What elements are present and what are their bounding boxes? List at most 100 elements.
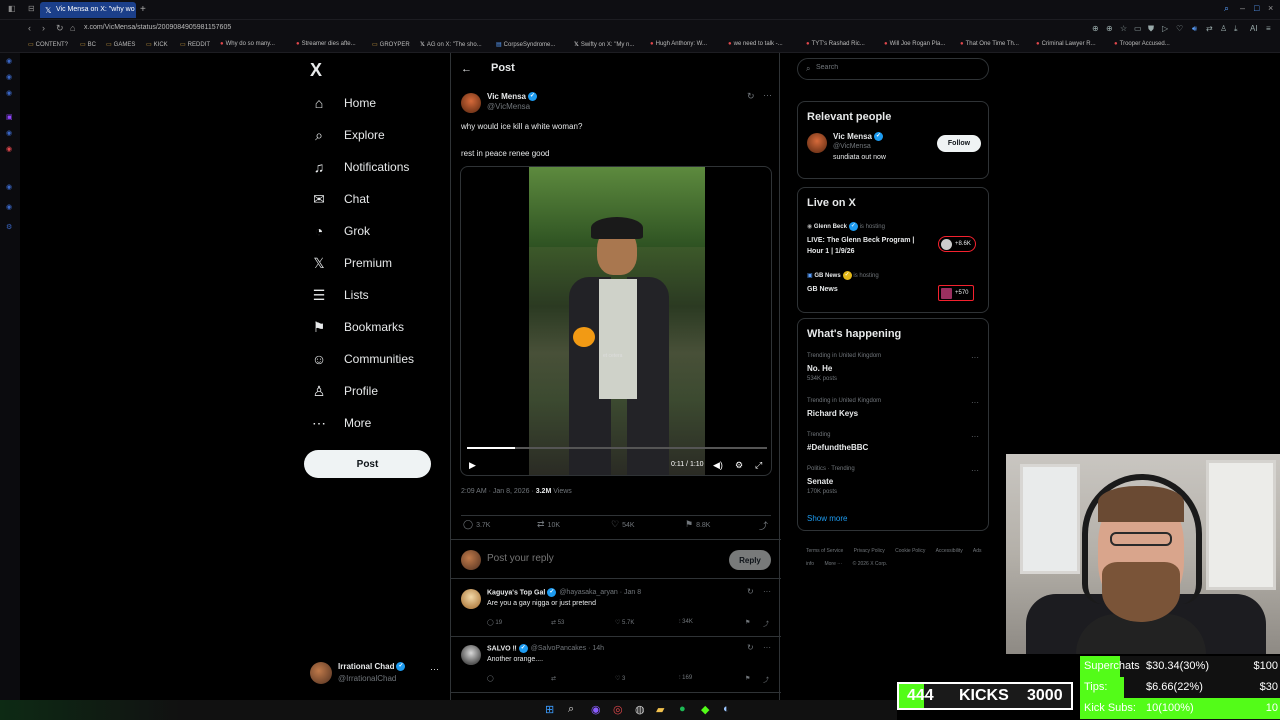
windows-start-icon[interactable]: ⊞ — [545, 703, 554, 716]
bookmark-item[interactable]: 𝕏 Swifty on X: "My n... — [574, 41, 634, 48]
live-host[interactable]: ▣ GB News ✓ is hosting — [807, 271, 879, 280]
panel-icon[interactable]: ◉ — [6, 129, 12, 137]
profile-icon[interactable]: ♙ — [1220, 24, 1227, 33]
menu-icon[interactable]: ≡ — [1266, 24, 1271, 33]
more-icon[interactable]: ··· — [430, 664, 439, 674]
bookmark-item[interactable]: ● Criminal Lawyer R... — [1036, 41, 1096, 47]
nav-grok[interactable]: ◔ Grok — [310, 220, 370, 242]
bookmark-item[interactable]: ● Trooper Accused... — [1114, 41, 1170, 47]
bookmark-item[interactable]: ▭ GAMES — [106, 41, 135, 48]
reply-button[interactable]: Reply — [729, 550, 771, 570]
reply-avatar[interactable] — [461, 589, 481, 609]
app-icon[interactable]: ◆ — [701, 703, 709, 716]
play-icon[interactable]: ▷ — [1162, 24, 1168, 33]
bookmark-icon[interactable]: ⚑ — [745, 619, 750, 626]
sidebar-toggle-icon[interactable]: ◧ — [8, 4, 16, 13]
panel-icon[interactable]: ◉ — [6, 89, 12, 97]
back-icon[interactable]: ‹ — [28, 23, 31, 33]
more-icon[interactable]: ··· — [971, 466, 979, 475]
translate-icon[interactable]: ⊕ — [1106, 24, 1113, 33]
forward-icon[interactable]: › — [42, 23, 45, 33]
panel-icon[interactable]: ◉ — [6, 57, 12, 65]
reply-action[interactable]: ◯ — [487, 675, 494, 682]
search-icon[interactable]: ⌕ — [1224, 3, 1229, 14]
panel-icon[interactable]: ◉ — [6, 183, 12, 191]
twitch-icon[interactable]: ▣ — [6, 113, 13, 121]
post-button[interactable]: Post — [304, 450, 431, 478]
spotify-icon[interactable]: ● — [679, 703, 686, 715]
footer-link[interactable]: More ··· — [824, 561, 842, 567]
bookmark-item[interactable]: ● That One Time Th... — [960, 41, 1019, 47]
avatar[interactable] — [807, 133, 827, 153]
views-action[interactable]: ⫶ 34K — [679, 619, 693, 626]
share-icon[interactable]: ⤴ — [763, 675, 769, 684]
volume-icon[interactable]: ◀︎) — [713, 460, 723, 471]
grok-icon[interactable]: ↻ — [747, 91, 755, 102]
repost-action[interactable]: ⇄ 10K — [537, 519, 560, 530]
bookmark-item[interactable]: ▭ GROYPER — [372, 41, 410, 48]
bookmark-item[interactable]: ● Will Joe Rogan Pla... — [884, 41, 945, 47]
share-action[interactable]: ⤴ — [759, 519, 771, 532]
reply-action[interactable]: ◯ 3.7K — [463, 519, 490, 530]
close-icon[interactable]: × — [1268, 3, 1273, 13]
panel-icon[interactable]: ◉ — [6, 203, 12, 211]
video-player[interactable]: et cetera ▶ 0:11 / 1:10 ◀︎) ⚙ ⤢ — [460, 166, 772, 476]
nav-communities[interactable]: ☺ Communities — [310, 348, 414, 370]
more-icon[interactable]: ··· — [971, 398, 979, 407]
live-badge[interactable]: +570 — [938, 285, 974, 301]
bookmark-icon[interactable]: ⚑ — [745, 675, 750, 682]
steam-icon[interactable]: ◐ — [723, 703, 730, 715]
reply-avatar[interactable] — [461, 645, 481, 665]
nav-chat[interactable]: ✉ Chat — [310, 188, 369, 210]
maximize-icon[interactable]: □ — [1254, 3, 1259, 13]
more-icon[interactable]: ··· — [763, 90, 772, 100]
search-icon[interactable]: ⌕ — [568, 703, 574, 716]
bookmark-item[interactable]: ● Streamer dies afte... — [296, 41, 356, 47]
tab-active[interactable]: 𝕏 Vic Mensa on X: "why wo — [40, 2, 136, 18]
back-arrow-icon[interactable]: ← — [461, 63, 472, 75]
fullscreen-icon[interactable]: ⤢ — [755, 460, 762, 471]
bookmark-item[interactable]: ▤ CorpseSyndrome... — [496, 41, 555, 48]
views-action[interactable]: ⫶ 169 — [679, 675, 692, 682]
search-box[interactable]: ⌕ — [797, 58, 989, 80]
panel-icon[interactable]: ◉ — [6, 145, 12, 153]
repost-action[interactable]: ⇄ 53 — [551, 619, 564, 626]
live-host[interactable]: ◉ Glenn Beck ✓ is hosting — [807, 222, 885, 231]
zoom-icon[interactable]: ⊕ — [1092, 24, 1099, 33]
bookmark-item[interactable]: ▭ CONTENT? — [28, 41, 68, 48]
reply-author[interactable]: Kaguya's Top Gal ✓ @hayasaka_aryan · Jan 8 — [487, 588, 641, 597]
settings-icon[interactable]: ⚙ — [6, 223, 12, 231]
nav-explore[interactable]: ⌕ Explore — [310, 124, 385, 146]
nav-profile[interactable]: ♙ Profile — [310, 380, 378, 402]
nav-more[interactable]: ⋯ More — [310, 412, 371, 434]
nav-premium[interactable]: 𝕏 Premium — [310, 252, 392, 274]
like-action[interactable]: ♡ 5.7K — [615, 619, 634, 626]
footer-link[interactable]: Privacy Policy — [854, 548, 885, 554]
footer-link[interactable]: Terms of Service — [806, 548, 843, 554]
nav-lists[interactable]: ☰ Lists — [310, 284, 369, 306]
like-action[interactable]: ♡ 54K — [611, 519, 635, 530]
heart-icon[interactable]: ♡ — [1176, 24, 1183, 33]
person-name[interactable]: Vic Mensa ✓ — [833, 132, 883, 142]
more-icon[interactable]: ··· — [971, 432, 979, 441]
reply-author[interactable]: SALVO ‼ ✓ @SalvoPancakes · 14h — [487, 644, 604, 653]
obs-icon[interactable]: ◍ — [635, 703, 645, 716]
reply-item[interactable]: SALVO ‼ ✓ @SalvoPancakes · 14h Another ora… — [451, 637, 781, 693]
reply-item[interactable]: Kaguya's Top Gal ✓ @hayasaka_aryan · Jan 8… — [451, 581, 781, 637]
bookmark-item[interactable]: ▭ KICK — [146, 41, 168, 48]
reply-action[interactable]: ◯ 19 — [487, 619, 502, 626]
search-input[interactable] — [816, 64, 976, 71]
panel-icon[interactable]: ◉ — [6, 73, 12, 81]
x-logo[interactable]: X — [310, 60, 322, 81]
share-icon[interactable]: ⤴ — [763, 619, 769, 628]
home-icon[interactable]: ⌂ — [70, 23, 75, 33]
download-icon[interactable]: ⤓ — [1234, 24, 1238, 34]
live-title[interactable]: GB News — [807, 284, 932, 295]
account-switcher[interactable]: Irrational Chad ✓ @IrrationalChad ··· — [310, 660, 440, 688]
live-title[interactable]: LIVE: The Glenn Beck Program | Hour 1 | … — [807, 235, 932, 257]
app-icon[interactable]: ◉ — [591, 703, 601, 716]
grok-icon[interactable]: ↻ — [747, 643, 754, 652]
nav-notifications[interactable]: ♫ Notifications — [310, 156, 410, 178]
bookmark-item[interactable]: ● Hugh Anthony: W... — [650, 41, 707, 47]
author-handle[interactable]: @VicMensa — [487, 102, 530, 111]
